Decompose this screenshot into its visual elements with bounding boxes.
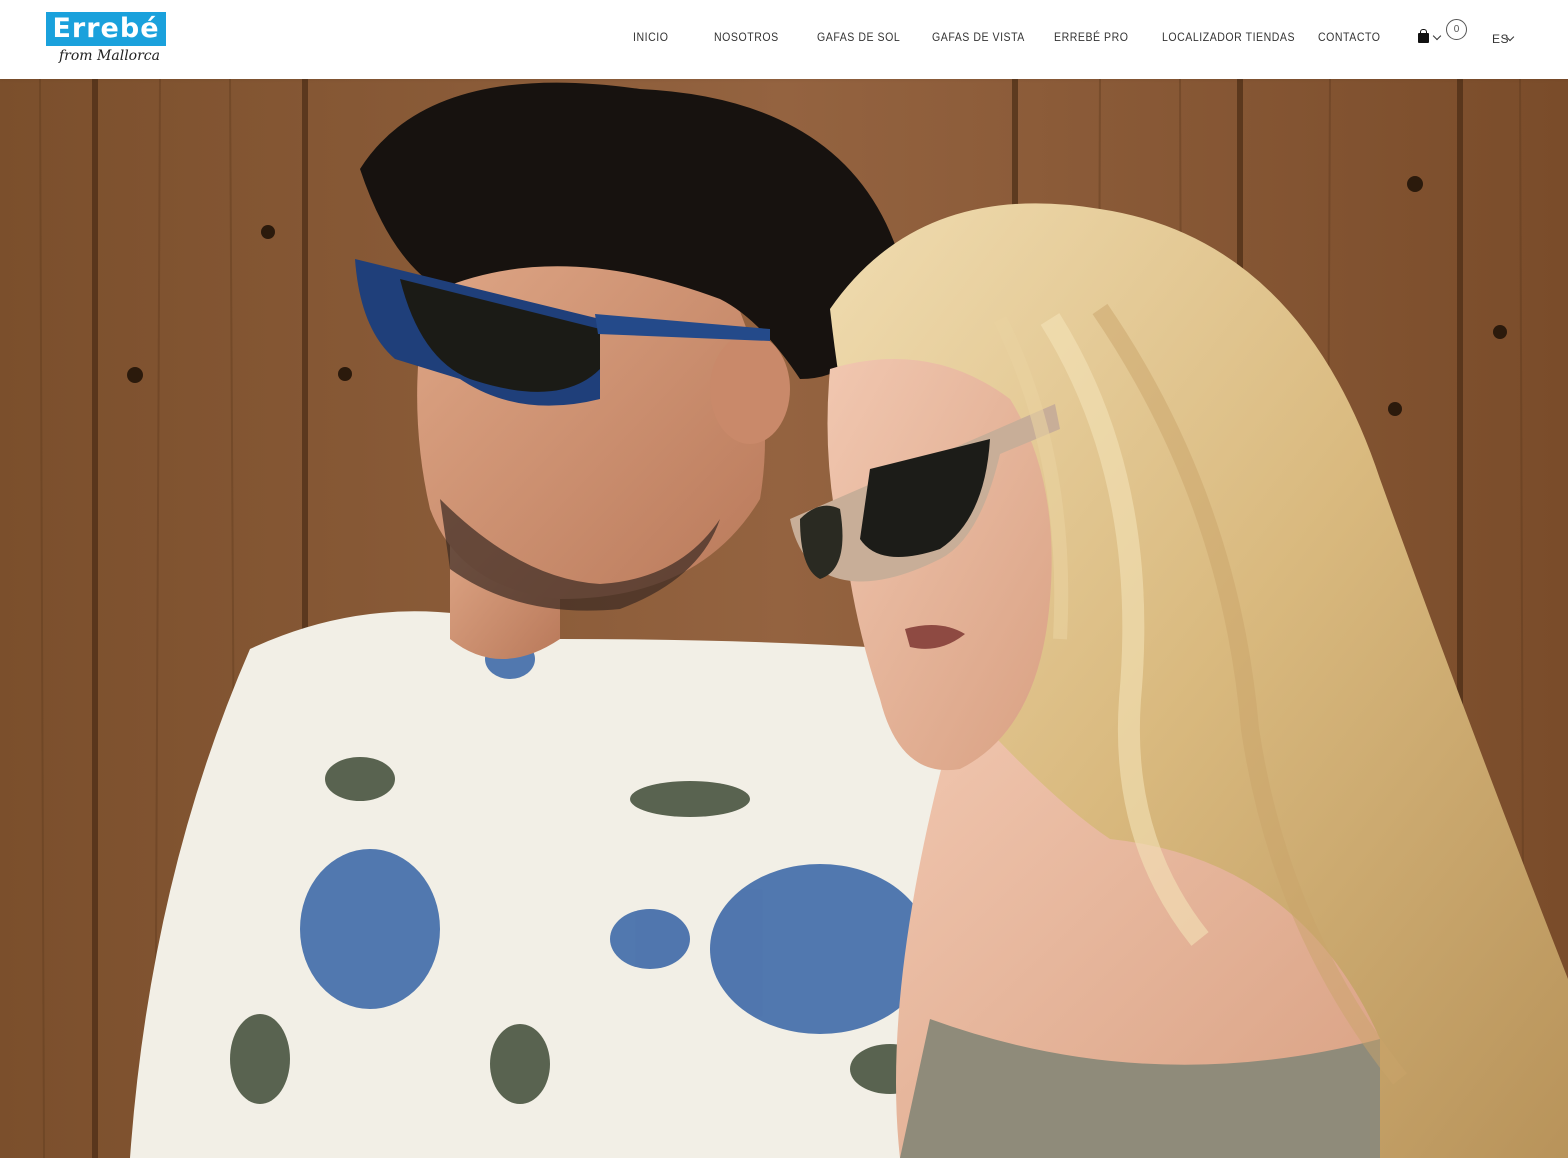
hero-image xyxy=(0,79,1568,1158)
shopping-bag-icon xyxy=(1418,29,1429,43)
cart-count-badge: 0 xyxy=(1446,19,1467,40)
logo-tagline: from Mallorca xyxy=(59,48,160,64)
main-navigation: INICIO NOSOTROS GAFAS DE SOL GAFAS DE VI… xyxy=(0,30,1568,48)
nav-item-errebe-pro[interactable]: ERREBÉ PRO xyxy=(1054,30,1129,44)
nav-item-nosotros[interactable]: NOSOTROS xyxy=(714,30,779,44)
language-current: ES xyxy=(1492,32,1510,46)
cart-dropdown[interactable] xyxy=(1417,28,1447,48)
nav-item-gafas-de-sol[interactable]: GAFAS DE SOL xyxy=(817,30,900,44)
nav-item-localizador-tiendas[interactable]: LOCALIZADOR TIENDAS xyxy=(1162,30,1295,44)
hero-photo-couple-sunglasses xyxy=(0,79,1568,1158)
language-selector[interactable]: ES xyxy=(1492,30,1520,48)
chevron-down-icon xyxy=(1432,31,1442,41)
nav-item-contacto[interactable]: CONTACTO xyxy=(1318,30,1381,44)
nav-item-gafas-de-vista[interactable]: GAFAS DE VISTA xyxy=(932,30,1025,44)
site-header: Errebé from Mallorca INICIO NOSOTROS GAF… xyxy=(0,0,1568,79)
nav-item-inicio[interactable]: INICIO xyxy=(633,30,668,44)
